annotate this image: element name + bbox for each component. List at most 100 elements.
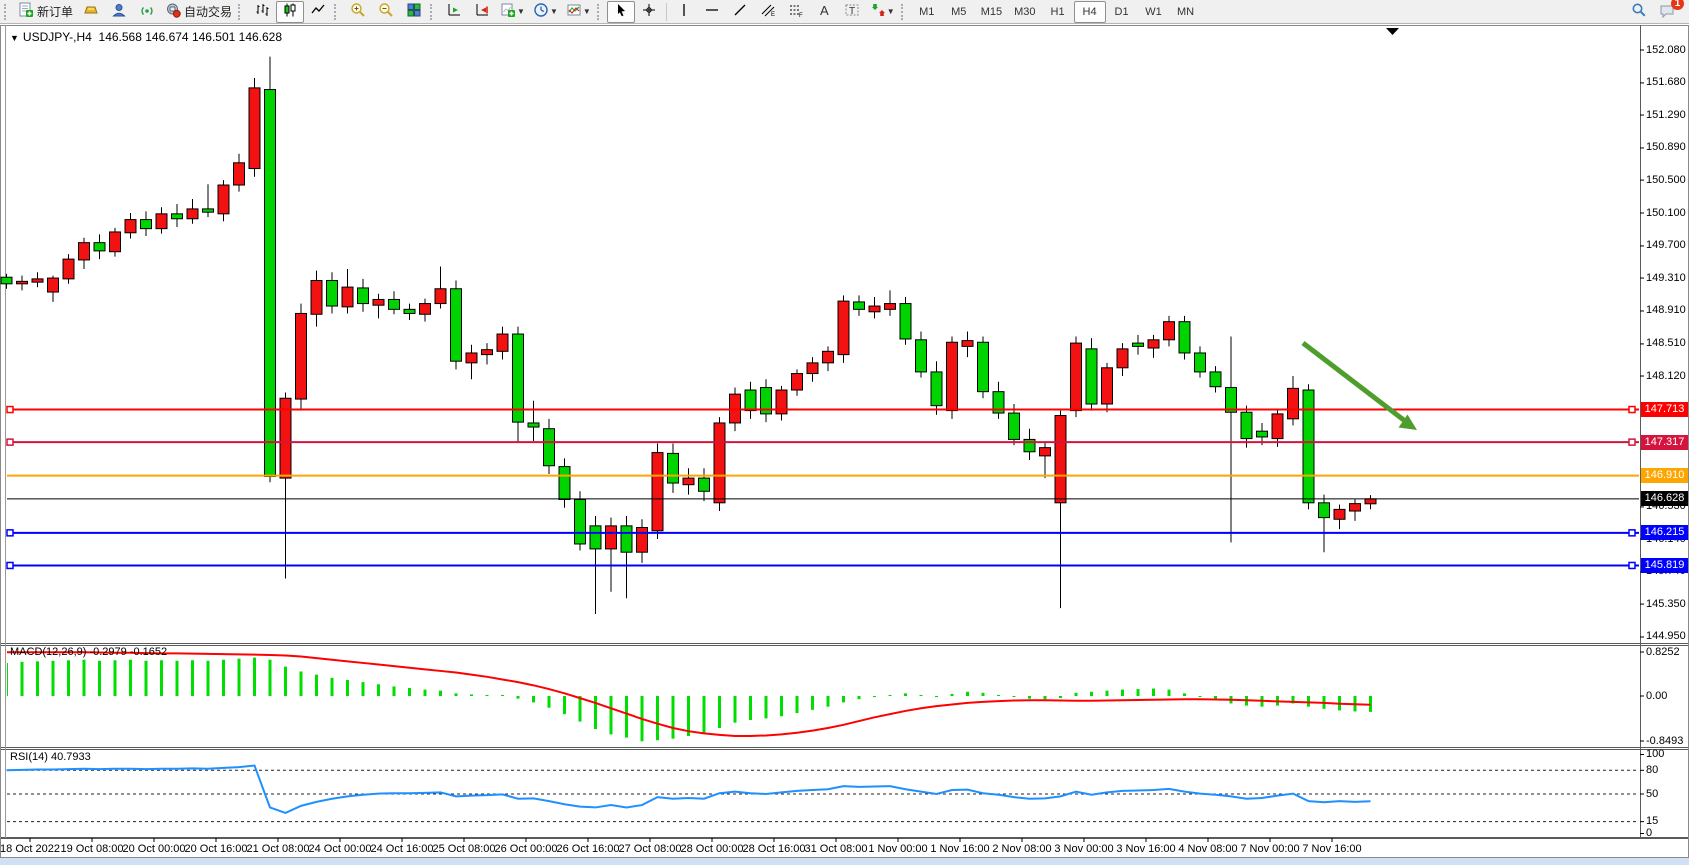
zoom-in-button[interactable] xyxy=(344,1,372,23)
time-axis-label: 26 Oct 00:00 xyxy=(491,843,561,855)
chart-symbol-period: USDJPY-,H4 xyxy=(23,30,92,44)
time-axis-label: 7 Nov 16:00 xyxy=(1297,843,1367,855)
macd-axis-label: 0.8252 xyxy=(1646,646,1680,658)
channel-icon: E xyxy=(760,2,776,21)
new-chart-icon xyxy=(500,2,516,21)
toolbar-grip xyxy=(238,4,244,20)
toolbar-grip xyxy=(597,4,603,20)
timeframe-d1-button[interactable]: D1 xyxy=(1106,1,1138,23)
tile-windows-icon xyxy=(406,2,422,21)
toolbar-grip xyxy=(901,4,907,20)
autotrading-button[interactable]: 自动交易 xyxy=(161,1,236,23)
timeframe-h1-button[interactable]: H1 xyxy=(1042,1,1074,23)
timeframe-mn-button[interactable]: MN xyxy=(1170,1,1202,23)
zoom-out-button[interactable] xyxy=(372,1,400,23)
chevron-down-icon: ▼ xyxy=(550,7,558,16)
gold-button[interactable] xyxy=(77,1,105,23)
price-tick-label: 151.290 xyxy=(1646,109,1686,121)
rsi-axis-label: 100 xyxy=(1646,748,1664,760)
time-axis-label: 4 Nov 08:00 xyxy=(1173,843,1243,855)
text-button[interactable]: A xyxy=(810,1,838,23)
chart-window[interactable] xyxy=(0,25,1689,858)
cursor-button[interactable] xyxy=(607,1,635,23)
channel-button[interactable]: E xyxy=(754,1,782,23)
candlestick-chart-button[interactable] xyxy=(276,1,304,23)
symbol-dropdown-caret[interactable]: ▼ xyxy=(10,33,19,43)
timeframe-m30-button[interactable]: M30 xyxy=(1008,1,1041,23)
timeframe-h4-button[interactable]: H4 xyxy=(1074,1,1106,23)
window-bottom-strip xyxy=(0,858,1689,865)
vertical-line-icon xyxy=(676,2,692,21)
time-axis-label: 7 Nov 00:00 xyxy=(1235,843,1305,855)
rsi-axis-label: 80 xyxy=(1646,764,1658,776)
price-tick-label: 149.700 xyxy=(1646,239,1686,251)
toolbar-grip xyxy=(430,4,436,20)
time-axis-label: 3 Nov 16:00 xyxy=(1111,843,1181,855)
timeframe-m1-button[interactable]: M1 xyxy=(911,1,943,23)
trendline-button[interactable] xyxy=(726,1,754,23)
indicators-icon xyxy=(566,2,582,21)
signal-icon xyxy=(139,2,155,21)
svg-text:T: T xyxy=(849,6,855,17)
cursor-icon xyxy=(613,2,629,21)
time-axis-label: 25 Oct 08:00 xyxy=(429,843,499,855)
bar-chart-icon xyxy=(254,2,270,21)
notifications-button[interactable]: 1 xyxy=(1653,1,1681,23)
price-tick-label: 144.950 xyxy=(1646,630,1686,642)
text-label-icon: T xyxy=(844,2,860,21)
time-axis-label: 27 Oct 08:00 xyxy=(615,843,685,855)
price-tick-label: 150.890 xyxy=(1646,141,1686,153)
line-chart-button[interactable] xyxy=(304,1,332,23)
chevron-down-icon: ▼ xyxy=(517,7,525,16)
fibonacci-icon: F xyxy=(788,2,804,21)
new-order-icon xyxy=(18,2,34,21)
timeframe-bar: M1M5M15M30H1H4D1W1MN xyxy=(911,1,1202,23)
price-line-badge: 145.819 xyxy=(1641,558,1688,573)
trendline-icon xyxy=(732,2,748,21)
timeframe-w1-button[interactable]: W1 xyxy=(1138,1,1170,23)
profile-button[interactable] xyxy=(105,1,133,23)
price-tick-label: 148.120 xyxy=(1646,370,1686,382)
arrow-objects-icon xyxy=(870,2,886,21)
toolbar-grip xyxy=(334,4,340,20)
fibonacci-button[interactable]: F xyxy=(782,1,810,23)
chart-shift-button[interactable] xyxy=(468,1,496,23)
price-tick-label: 149.310 xyxy=(1646,272,1686,284)
time-axis-label: 1 Nov 16:00 xyxy=(925,843,995,855)
svg-text:F: F xyxy=(799,13,803,18)
vertical-line-button[interactable] xyxy=(670,1,698,23)
svg-text:A: A xyxy=(820,3,829,18)
tile-windows-button[interactable] xyxy=(400,1,428,23)
time-axis-label: 21 Oct 08:00 xyxy=(243,843,313,855)
period-clock-button[interactable]: ▼ xyxy=(529,1,562,23)
text-label-button[interactable]: T xyxy=(838,1,866,23)
zoom-in-icon xyxy=(350,2,366,21)
svg-text:E: E xyxy=(771,12,775,18)
auto-scroll-button[interactable] xyxy=(440,1,468,23)
new-chart-button[interactable]: ▼ xyxy=(496,1,529,23)
text-icon: A xyxy=(816,2,832,21)
time-axis-label: 24 Oct 00:00 xyxy=(305,843,375,855)
price-tick-label: 150.100 xyxy=(1646,207,1686,219)
price-tick-label: 148.910 xyxy=(1646,304,1686,316)
price-tick-label: 148.510 xyxy=(1646,337,1686,349)
macd-axis-label: -0.8493 xyxy=(1646,735,1683,747)
crosshair-button[interactable] xyxy=(635,1,663,23)
chevron-down-icon: ▼ xyxy=(887,7,895,16)
rsi-axis-label: 50 xyxy=(1646,788,1658,800)
time-axis-label: 28 Oct 16:00 xyxy=(739,843,809,855)
arrow-objects-button[interactable]: ▼ xyxy=(866,1,899,23)
timeframe-m15-button[interactable]: M15 xyxy=(975,1,1008,23)
signal-button[interactable] xyxy=(133,1,161,23)
macd-axis-label: 0.00 xyxy=(1646,690,1667,702)
indicators-button[interactable]: ▼ xyxy=(562,1,595,23)
horizontal-line-button[interactable] xyxy=(698,1,726,23)
new-order-label: 新订单 xyxy=(37,3,73,20)
new-order-button[interactable]: 新订单 xyxy=(14,1,77,23)
search-button[interactable] xyxy=(1625,1,1653,23)
timeframe-m5-button[interactable]: M5 xyxy=(943,1,975,23)
bar-chart-button[interactable] xyxy=(248,1,276,23)
chart-shift-icon xyxy=(474,2,490,21)
period-clock-icon xyxy=(533,2,549,21)
price-tick-label: 145.350 xyxy=(1646,598,1686,610)
